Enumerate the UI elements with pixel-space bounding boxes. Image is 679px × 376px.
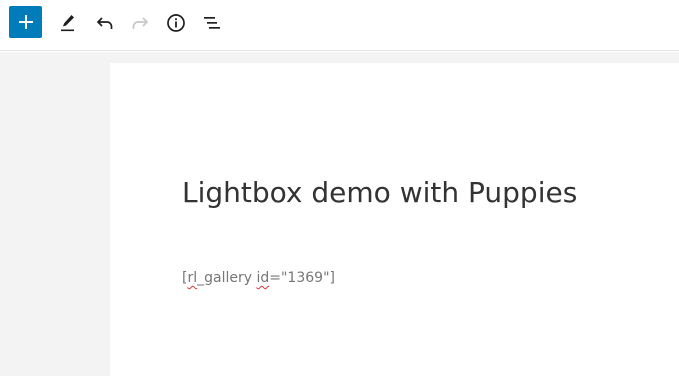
shortcode-attr-misspelled: id (256, 270, 270, 286)
list-view-button[interactable] (195, 7, 229, 39)
plus-icon (18, 15, 33, 29)
shortcode-tag-misspelled: rl (187, 270, 198, 286)
editor-toolbar (0, 0, 679, 51)
redo-button[interactable] (123, 7, 157, 39)
post-title[interactable]: Lightbox demo with Puppies (182, 173, 577, 213)
add-block-button[interactable] (9, 6, 42, 38)
pencil-icon (61, 15, 74, 32)
undo-button[interactable] (88, 7, 122, 39)
shortcode-value: ="1369"] (269, 270, 335, 286)
editor-content-area[interactable]: Lightbox demo with Puppies [rl_gallery i… (110, 63, 679, 376)
details-info-button[interactable] (159, 7, 193, 39)
shortcode-name: _gallery (197, 270, 257, 286)
tools-edit-button[interactable] (51, 7, 85, 39)
redo-icon (132, 17, 149, 29)
list-view-icon (204, 17, 220, 29)
info-icon (167, 14, 185, 32)
shortcode-block[interactable]: [rl_gallery id="1369"] (182, 267, 335, 289)
undo-icon (96, 17, 113, 29)
